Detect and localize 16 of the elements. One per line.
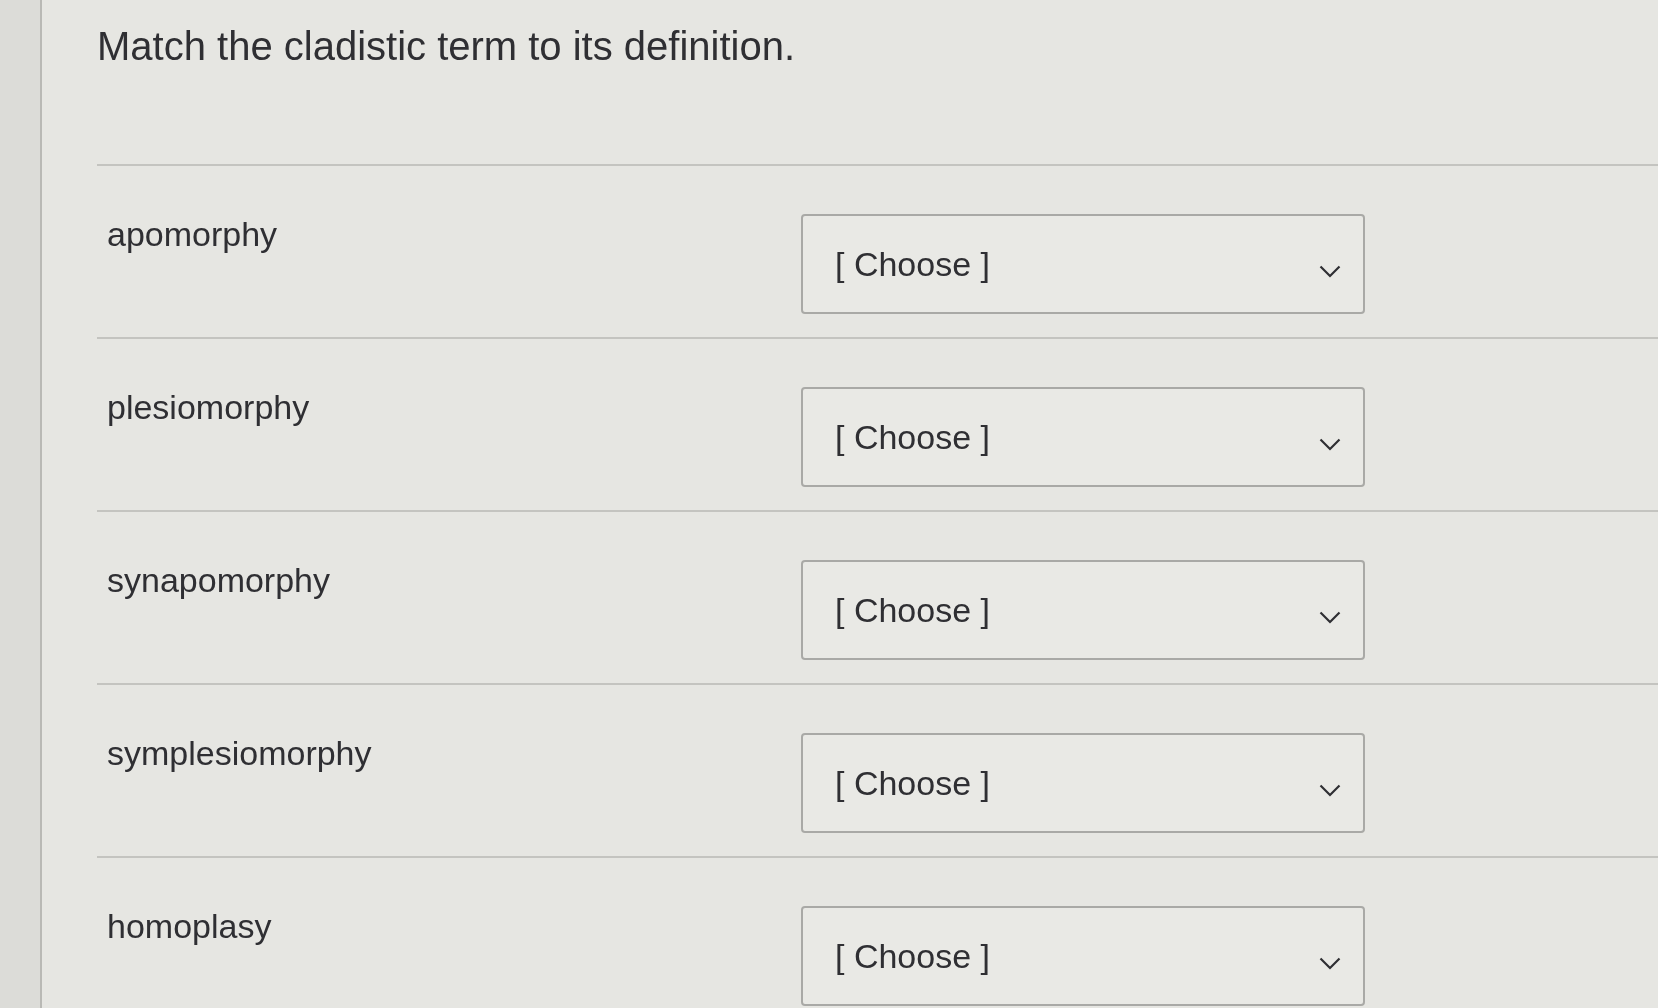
chevron-down-icon	[1319, 437, 1341, 451]
term-label: plesiomorphy	[107, 388, 310, 426]
question-prompt: Match the cladistic term to its definition.	[97, 23, 796, 70]
term-label: synapomorphy	[107, 561, 330, 599]
chevron-down-icon	[1319, 610, 1341, 624]
answer-dropdown[interactable]: [ Choose ]	[801, 560, 1365, 660]
term-label: apomorphy	[107, 215, 278, 253]
answer-dropdown[interactable]: [ Choose ]	[801, 387, 1365, 487]
term-label: symplesiomorphy	[107, 734, 372, 772]
chevron-down-icon	[1319, 783, 1341, 797]
answer-dropdown[interactable]: [ Choose ]	[801, 906, 1365, 1006]
term-label: homoplasy	[107, 907, 272, 945]
answer-dropdown[interactable]: [ Choose ]	[801, 214, 1365, 314]
answer-dropdown[interactable]: [ Choose ]	[801, 733, 1365, 833]
chevron-down-icon	[1319, 956, 1341, 970]
chevron-down-icon	[1319, 264, 1341, 278]
